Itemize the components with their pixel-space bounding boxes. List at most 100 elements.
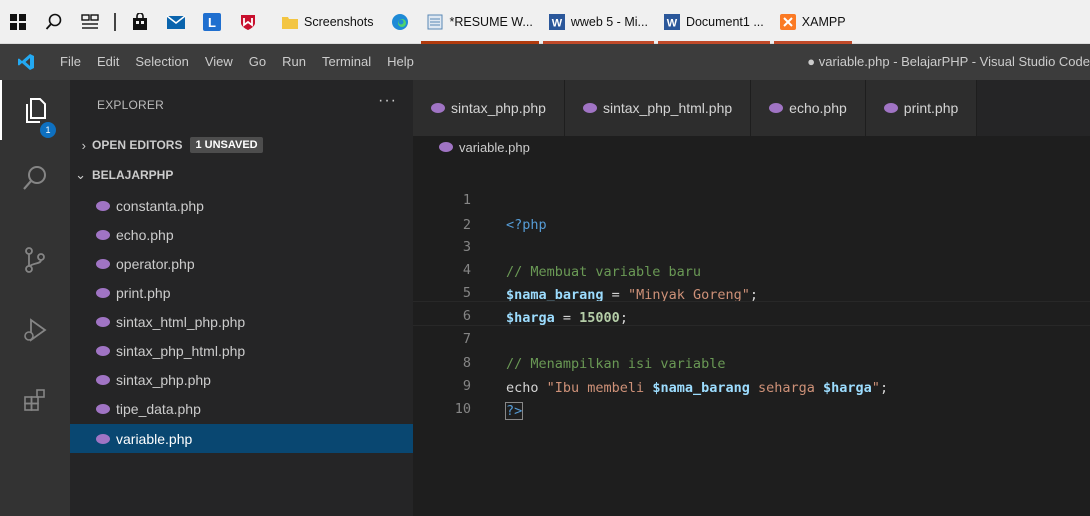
file-item[interactable]: tipe_data.php	[70, 394, 413, 423]
taskbar-edge-browser[interactable]	[381, 0, 419, 44]
edge-browser-icon	[392, 13, 409, 30]
explorer-sidebar: EXPLORER ··· › OPEN EDITORS 1 UNSAVED ⌄ …	[70, 80, 413, 516]
php-elephant-icon	[96, 345, 110, 356]
menu-terminal[interactable]: Terminal	[314, 44, 379, 80]
file-item[interactable]: sintax_php.php	[70, 365, 413, 394]
windows-taskbar: L Screenshots *RESUME W... W wweb 5 - Mi…	[0, 0, 1090, 44]
breadcrumb-file: variable.php	[459, 139, 530, 155]
file-item[interactable]: operator.php	[70, 249, 413, 278]
taskbar-window-label: Document1 ...	[685, 14, 764, 29]
line-number: 10	[454, 401, 471, 417]
code-line: 1 <?php	[413, 163, 1090, 233]
file-item[interactable]: print.php	[70, 278, 413, 307]
php-elephant-icon	[96, 316, 110, 327]
mail-icon[interactable]	[158, 0, 194, 44]
menu-go[interactable]: Go	[241, 44, 274, 80]
file-item-label: sintax_php_html.php	[116, 342, 246, 359]
activity-search[interactable]	[0, 148, 70, 208]
php-elephant-icon	[431, 103, 445, 113]
activity-explorer[interactable]: 1	[0, 80, 70, 140]
code-line: 5 $harga = 15000;	[413, 256, 1090, 326]
php-elephant-icon	[769, 103, 784, 113]
file-item[interactable]: sintax_html_php.php	[70, 307, 413, 336]
menu-file[interactable]: File	[52, 44, 89, 80]
taskbar-window-wweb[interactable]: W wweb 5 - Mi...	[541, 0, 656, 44]
extensions-icon	[24, 389, 45, 411]
php-elephant-icon	[439, 142, 453, 152]
taskbar-window-label: Screenshots	[304, 14, 374, 29]
tab-label: print.php	[903, 100, 959, 116]
folder-section-belajarphp[interactable]: ⌄ BELAJARPHP	[70, 162, 413, 188]
tab-label: sintax_php.php	[451, 100, 546, 116]
explorer-badge: 1	[40, 122, 56, 138]
breadcrumb[interactable]: variable.php	[413, 136, 1090, 158]
tab-sintax-php-html[interactable]: sintax_php_html.php	[564, 80, 752, 136]
taskbar-window-label: wweb 5 - Mi...	[570, 14, 648, 29]
vscode-logo-icon	[0, 44, 52, 80]
php-elephant-icon	[96, 229, 110, 240]
run-debug-icon	[24, 318, 47, 342]
file-item-label: operator.php	[116, 255, 195, 272]
php-elephant-icon	[582, 103, 597, 113]
file-item[interactable]: sintax_php_html.php	[70, 336, 413, 365]
code-line: 8 echo "Ibu membeli $nama_barang seharga…	[413, 326, 1090, 396]
chevron-down-icon: ⌄	[75, 167, 86, 182]
app-l-icon[interactable]: L	[194, 0, 230, 44]
code-line-current: 7 // Menampilkan isi variable	[413, 301, 1090, 372]
taskbar-separator	[114, 12, 116, 31]
menu-help[interactable]: Help	[379, 44, 422, 80]
task-view-icon[interactable]	[72, 0, 108, 44]
php-close-tag: ?>	[504, 402, 524, 420]
file-item[interactable]: echo.php	[70, 220, 413, 249]
php-elephant-icon	[96, 403, 110, 414]
php-elephant-icon	[96, 258, 110, 269]
unsaved-badge: 1 UNSAVED	[190, 137, 263, 153]
code-line: 4 $nama_barang = "Minyak Goreng";	[413, 233, 1090, 303]
tab-sintax-php[interactable]: sintax_php.php	[413, 80, 565, 136]
explorer-title: EXPLORER	[97, 98, 164, 112]
svg-text:L: L	[208, 15, 216, 30]
source-control-icon	[25, 247, 45, 273]
folder-icon	[282, 16, 298, 29]
mcafee-shield-icon[interactable]	[230, 0, 266, 44]
window-title: ● variable.php - BelajarPHP - Visual Stu…	[807, 54, 1090, 69]
activity-source-control[interactable]	[0, 230, 70, 290]
open-editors-section[interactable]: › OPEN EDITORS 1 UNSAVED	[70, 132, 413, 158]
more-actions-icon[interactable]: ···	[378, 92, 397, 110]
store-bag-icon[interactable]	[122, 0, 158, 44]
windows-start-icon[interactable]	[0, 0, 36, 44]
file-item[interactable]: constanta.php	[70, 191, 413, 220]
activity-extensions[interactable]	[0, 370, 70, 430]
code-line: 3 // Membuat variable baru	[413, 210, 1090, 280]
activity-run-debug[interactable]	[0, 300, 70, 360]
open-editors-label: OPEN EDITORS	[92, 138, 183, 152]
editor-tabs: sintax_php.php sintax_php_html.php echo.…	[413, 80, 1090, 136]
taskbar-window-document1[interactable]: W Document1 ...	[656, 0, 772, 44]
php-elephant-icon	[96, 374, 110, 385]
file-item-label: sintax_php.php	[116, 371, 211, 388]
taskbar-window-label: *RESUME W...	[449, 14, 533, 29]
tab-label: echo.php	[789, 100, 847, 116]
menu-view[interactable]: View	[197, 44, 241, 80]
search-icon	[23, 166, 46, 190]
taskbar-window-xampp[interactable]: XAMPP	[772, 0, 854, 44]
menu-edit[interactable]: Edit	[89, 44, 127, 80]
taskbar-window-screenshots[interactable]: Screenshots	[274, 0, 381, 44]
xampp-icon	[779, 13, 796, 30]
vscode-menubar: File Edit Selection View Go Run Terminal…	[0, 44, 1090, 80]
menu-selection[interactable]: Selection	[127, 44, 196, 80]
svg-text:W: W	[552, 17, 563, 29]
php-elephant-icon	[96, 200, 110, 211]
code-editor[interactable]: 1 <?php 2 3 // Membuat variable baru 4 $…	[413, 158, 1090, 516]
file-item-selected[interactable]: variable.php	[70, 424, 413, 453]
taskbar-window-resume[interactable]: *RESUME W...	[419, 0, 540, 44]
tab-echo[interactable]: echo.php	[751, 80, 866, 136]
taskbar-window-label: XAMPP	[801, 14, 846, 29]
search-icon[interactable]	[36, 0, 72, 44]
tab-print[interactable]: print.php	[865, 80, 978, 136]
code-line: 9 ?>	[413, 349, 1090, 420]
menu-run[interactable]: Run	[274, 44, 314, 80]
chevron-right-icon: ›	[81, 137, 86, 153]
svg-text:W: W	[667, 17, 678, 29]
activity-bar: 1	[0, 80, 70, 516]
